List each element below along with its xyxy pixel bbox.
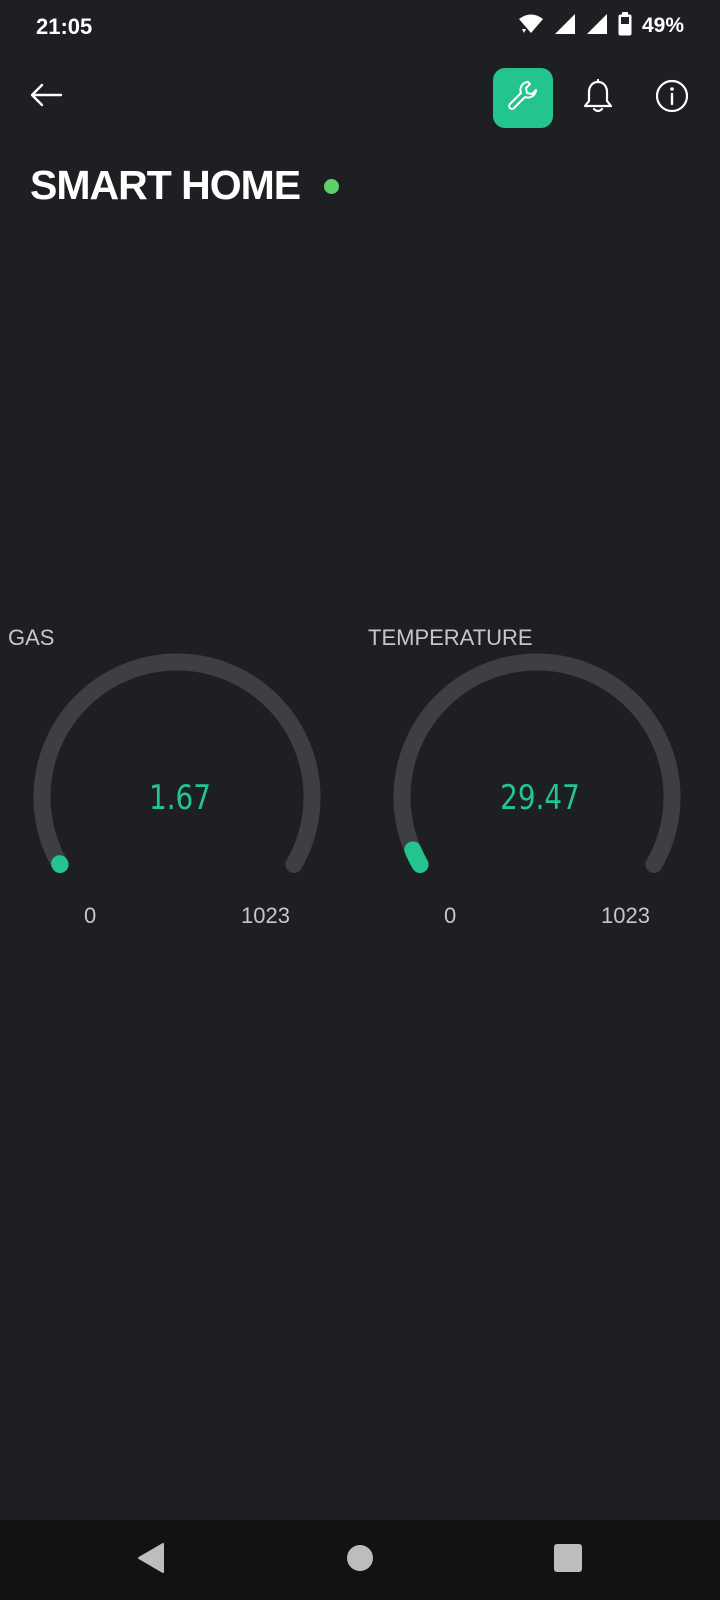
online-status-dot xyxy=(324,178,340,194)
nav-home-icon xyxy=(346,1544,374,1577)
app-screen: 21:05 49% SMART HOME GAS 1.67 0 1023 TEM… xyxy=(0,0,720,1600)
gauge-max-label: 1023 xyxy=(241,903,290,928)
notifications-button[interactable] xyxy=(572,72,624,124)
cell-signal-icon xyxy=(586,13,608,40)
back-button[interactable] xyxy=(22,74,70,120)
navigation-bar xyxy=(0,1520,720,1600)
nav-recents-button[interactable] xyxy=(548,1540,588,1580)
info-button[interactable] xyxy=(646,72,698,124)
settings-wrench-button[interactable] xyxy=(493,68,553,128)
gas-gauge-widget[interactable]: GAS 1.67 0 1023 xyxy=(0,620,360,950)
gauge-track xyxy=(33,653,321,873)
bell-icon xyxy=(582,78,614,118)
toolbar xyxy=(0,66,720,128)
status-bar: 21:05 49% xyxy=(0,0,720,56)
nav-back-button[interactable] xyxy=(131,1540,171,1580)
temperature-gauge-widget[interactable]: TEMPERATURE 29.47 0 1023 xyxy=(360,620,720,950)
status-time: 21:05 xyxy=(36,14,93,39)
wrench-icon xyxy=(506,79,540,118)
nav-home-button[interactable] xyxy=(340,1540,380,1580)
arrow-left-icon xyxy=(29,83,63,112)
nav-recents-icon xyxy=(553,1543,583,1578)
status-icons: 49% xyxy=(518,11,684,41)
gauge-track xyxy=(393,653,681,873)
gauge-fill xyxy=(404,841,429,873)
gauge-value: 29.47 xyxy=(500,778,580,818)
battery-percent: 49% xyxy=(641,14,684,37)
gauge-min-label: 0 xyxy=(84,903,97,928)
wifi-icon xyxy=(518,13,544,40)
cell-signal-icon xyxy=(554,13,576,40)
title-row: SMART HOME xyxy=(30,158,340,212)
info-icon xyxy=(655,79,689,118)
gauge-max-label: 1023 xyxy=(601,903,650,928)
gauge-value: 1.67 xyxy=(148,778,212,818)
nav-back-icon xyxy=(136,1542,166,1579)
battery-icon xyxy=(618,11,632,41)
page-title: SMART HOME xyxy=(30,161,301,208)
gauge-min-label: 0 xyxy=(444,903,457,928)
